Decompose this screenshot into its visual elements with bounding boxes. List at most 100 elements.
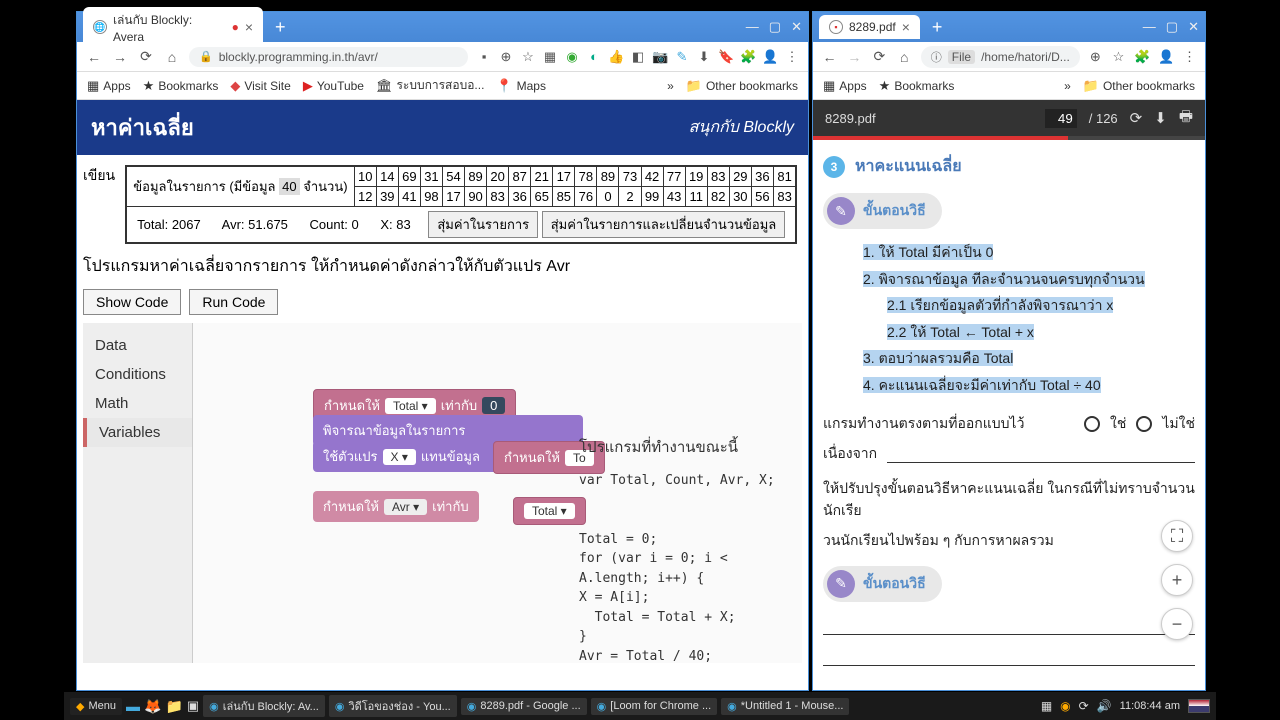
zoom-icon[interactable]: ⊕ (1088, 49, 1103, 65)
task-blockly[interactable]: ◉เล่นกับ Blockly: Av... (203, 695, 325, 717)
ext-icon-7[interactable]: ✎ (674, 49, 690, 65)
toolbox-data[interactable]: Data (83, 331, 192, 360)
menu-icon[interactable]: ⋮ (784, 49, 800, 65)
q1-text: แกรมทำงานตรงตามที่ออกแบบไว้ (823, 413, 1024, 435)
overflow-icon[interactable]: » (1064, 79, 1071, 93)
visitsite-bookmark[interactable]: ◆Visit Site (230, 78, 290, 94)
exam-bookmark[interactable]: 🏛ระบบการสอบอ... (376, 76, 484, 95)
back-button[interactable]: ← (821, 49, 838, 65)
data-table: ข้อมูลในรายการ (มีข้อมูล 40 จำนวน) 10146… (126, 166, 796, 243)
pdf-page[interactable]: 3 หาคะแนนเฉลี่ย ✎ ขั้นตอนวิธี 1. ให้ Tot… (813, 140, 1205, 690)
block-set-avr[interactable]: กำหนดให้ Avr ▾ เท่ากับ (313, 491, 479, 522)
star-icon[interactable]: ☆ (1111, 49, 1126, 65)
toolbox-conditions[interactable]: Conditions (83, 360, 192, 389)
reload-button[interactable]: ⟳ (137, 48, 155, 65)
back-button[interactable]: ← (85, 49, 103, 65)
radio-no[interactable] (1136, 416, 1152, 432)
stat-total: Total: 2067 (137, 217, 201, 232)
tray-volume-icon[interactable]: 🔊 (1097, 699, 1112, 713)
terminal-icon[interactable]: ▣ (187, 698, 199, 714)
bookmarks-button[interactable]: ★Bookmarks (879, 78, 955, 94)
toolbox-math[interactable]: Math (83, 389, 192, 418)
bookmarks-button[interactable]: ★Bookmarks (143, 78, 219, 94)
page-input[interactable] (1045, 109, 1077, 128)
lock-icon: 🔒 (199, 50, 213, 63)
puzzle-icon[interactable]: 🧩 (740, 49, 756, 65)
task-pdf[interactable]: ◉8289.pdf - Google ... (461, 698, 587, 715)
download-icon[interactable]: ⬇ (1154, 109, 1167, 127)
keyboard-layout-icon[interactable] (1188, 699, 1210, 713)
random-button[interactable]: สุ่มค่าในรายการ (428, 211, 538, 238)
tray-workspace-icon[interactable]: ▦ (1041, 699, 1052, 713)
other-bookmarks[interactable]: 📁Other bookmarks (1083, 78, 1195, 94)
address-bar[interactable]: ⓘ File /home/hatori/D... (921, 46, 1080, 68)
star-icon[interactable]: ☆ (520, 49, 536, 65)
firefox-icon[interactable]: 🦊 (144, 698, 161, 715)
new-tab-button[interactable]: + (926, 17, 949, 38)
run-code-button[interactable]: Run Code (189, 289, 278, 315)
taskbar: ◆Menu ▬ 🦊 📁 ▣ ◉เล่นกับ Blockly: Av... ◉ว… (64, 692, 1216, 720)
start-menu[interactable]: ◆Menu (70, 698, 122, 715)
home-button[interactable]: ⌂ (896, 49, 913, 65)
forward-button[interactable]: → (111, 49, 129, 65)
ext-icon-6[interactable]: 📷 (652, 49, 668, 65)
browser-tab[interactable]: ▪ 8289.pdf × (819, 15, 920, 39)
random-change-button[interactable]: สุ่มค่าในรายการและเปลี่ยนจำนวนข้อมูล (542, 211, 786, 238)
zoom-icon[interactable]: ⊕ (498, 49, 514, 65)
close-icon[interactable]: × (245, 19, 253, 35)
toolbox-variables[interactable]: Variables (83, 418, 192, 447)
forward-button[interactable]: → (846, 49, 863, 65)
minimize-button[interactable]: — (746, 19, 759, 35)
tray-update-icon[interactable]: ⟳ (1079, 699, 1089, 713)
clock[interactable]: 11:08:44 am (1120, 700, 1180, 712)
ext-icon-8[interactable]: ⬇ (696, 49, 712, 65)
task-mouse[interactable]: ◉*Untitled 1 - Mouse... (721, 698, 849, 715)
ext-icon-2[interactable]: ◉ (564, 49, 580, 65)
other-bookmarks[interactable]: 📁Other bookmarks (686, 78, 798, 94)
task-loom[interactable]: ◉[Loom for Chrome ... (591, 698, 717, 715)
rotate-icon[interactable]: ⟳ (1130, 109, 1143, 127)
new-tab-button[interactable]: + (269, 17, 292, 38)
maximize-button[interactable]: ▢ (769, 19, 781, 35)
zoom-out-button[interactable]: − (1161, 608, 1193, 640)
zoom-in-button[interactable]: + (1161, 564, 1193, 596)
ext-icon-9[interactable]: 🔖 (718, 49, 734, 65)
home-button[interactable]: ⌂ (163, 49, 181, 65)
show-code-button[interactable]: Show Code (83, 289, 181, 315)
ext-icon-4[interactable]: 👍 (608, 49, 624, 65)
ext-icon-3[interactable]: ◐ (586, 49, 602, 65)
maximize-button[interactable]: ▢ (1166, 19, 1178, 35)
ext-icon-1[interactable]: ▦ (542, 49, 558, 65)
task-youtube[interactable]: ◉วิดีโอของช่อง - You... (329, 695, 457, 717)
desktop-icon[interactable]: ▬ (126, 698, 140, 714)
camera-icon[interactable]: ▪ (476, 49, 492, 65)
puzzle-icon[interactable]: 🧩 (1134, 49, 1150, 65)
print-icon[interactable]: 🖶 (1179, 106, 1193, 131)
info-icon: ⓘ (931, 49, 942, 65)
reload-button[interactable]: ⟳ (871, 48, 888, 65)
apps-bookmark[interactable]: ▦Apps (87, 78, 131, 94)
youtube-bookmark[interactable]: ▶YouTube (303, 78, 364, 94)
avatar-icon[interactable]: 👤 (1158, 49, 1174, 65)
header-subtitle: สนุกกับ Blockly (689, 115, 794, 140)
address-bar[interactable]: 🔒 blockly.programming.in.th/avr/ (189, 47, 468, 67)
q1-because: เนื่องจาก (823, 443, 877, 465)
apps-bookmark[interactable]: ▦Apps (823, 78, 867, 94)
files-icon[interactable]: 📁 (165, 698, 182, 715)
paragraph-1: ให้ปรับปรุงขั้นตอนวิธีหาคะแนนเฉลี่ย ในกร… (823, 469, 1195, 530)
ext-icon-5[interactable]: ◧ (630, 49, 646, 65)
tray-chrome-icon[interactable]: ◉ (1060, 699, 1070, 713)
close-button[interactable]: ✕ (1188, 19, 1199, 35)
answer-line[interactable] (887, 445, 1195, 463)
block-total-pill[interactable]: Total ▾ (513, 497, 586, 525)
close-button[interactable]: ✕ (791, 19, 802, 35)
maps-bookmark[interactable]: 📍Maps (496, 78, 546, 94)
menu-icon[interactable]: ⋮ (1182, 49, 1197, 65)
avatar-icon[interactable]: 👤 (762, 49, 778, 65)
minimize-button[interactable]: — (1143, 19, 1156, 35)
radio-yes[interactable] (1084, 416, 1100, 432)
overflow-icon[interactable]: » (667, 79, 674, 93)
close-icon[interactable]: × (902, 19, 910, 35)
description: โปรแกรมหาค่าเฉลี่ยจากรายการ ให้กำหนดค่าด… (83, 250, 802, 289)
fit-button[interactable]: ⛶ (1161, 520, 1193, 552)
